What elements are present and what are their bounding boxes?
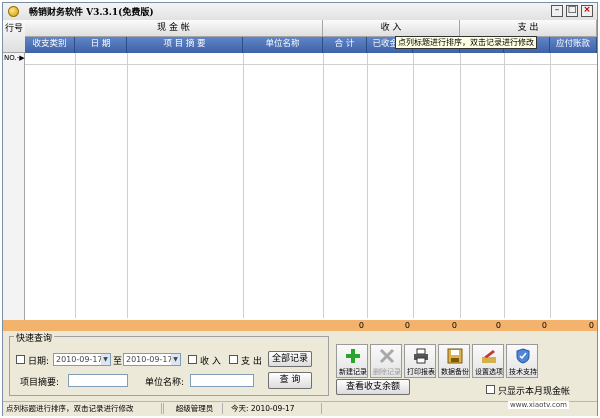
unit-name-input[interactable] xyxy=(190,374,254,387)
all-records-button[interactable]: 全部记录 xyxy=(268,351,312,367)
window-title: 畅销财务软件 V3.3.1(免费版) xyxy=(29,8,154,18)
to-label: 至 xyxy=(113,357,123,367)
month-only-label: 只显示本月现金帐 xyxy=(498,387,571,397)
summary-input[interactable] xyxy=(68,374,128,387)
total-payable: 0 xyxy=(588,321,594,330)
app-icon xyxy=(8,6,19,17)
total-income-sum: 0 xyxy=(358,321,364,330)
column-header-date[interactable]: 日 期 xyxy=(75,37,127,53)
settings-button[interactable]: 设置选项 xyxy=(472,344,504,378)
quick-query-panel: 快速查询 日期: 2010-09-17 ▼ 至 2010-09-17 ▼ 收 入 支… xyxy=(9,331,329,396)
maximize-button[interactable]: □ xyxy=(566,5,578,17)
column-header-category[interactable]: 收支类别 xyxy=(25,37,75,53)
date-filter-checkbox[interactable] xyxy=(16,355,25,364)
row-number-header[interactable]: 行号 xyxy=(3,20,25,53)
support-icon xyxy=(516,348,530,364)
close-button[interactable]: × xyxy=(581,5,593,17)
group-header-income: 收 入 xyxy=(323,20,460,37)
column-header-payable[interactable]: 应付账款 xyxy=(550,37,597,53)
income-filter-label: 收 入 xyxy=(200,357,221,367)
view-balance-button[interactable]: 查看收支余额 xyxy=(336,379,410,395)
summary-label: 项目摘要: xyxy=(20,378,60,388)
settings-label: 设置选项 xyxy=(475,368,503,376)
total-amount: 0 xyxy=(541,321,547,330)
backup-icon xyxy=(447,348,463,364)
date-to-value: 2010-09-17 xyxy=(126,355,173,364)
expense-filter-label: 支 出 xyxy=(241,357,262,367)
plus-icon xyxy=(346,349,360,363)
tech-support-label: 技术支持 xyxy=(509,368,537,376)
income-checkbox[interactable] xyxy=(188,355,197,364)
new-record-label: 新建记录 xyxy=(339,368,367,376)
date-label: 日期: xyxy=(28,357,50,367)
totals-row: 0 0 0 0 0 0 xyxy=(3,320,597,331)
total-income-3: 0 xyxy=(451,321,457,330)
row-number-column xyxy=(3,20,25,331)
data-backup-button[interactable]: 数据备份 xyxy=(438,344,470,378)
chevron-down-icon[interactable]: ▼ xyxy=(171,354,180,365)
date-to-picker[interactable]: 2010-09-17 ▼ xyxy=(123,353,181,366)
printer-icon xyxy=(414,348,428,364)
total-received: 0 xyxy=(404,321,410,330)
tech-support-button[interactable]: 技术支持 xyxy=(506,344,538,378)
data-backup-label: 数据备份 xyxy=(441,368,469,376)
column-header-total[interactable]: 合 计 xyxy=(323,37,367,53)
records-grid[interactable]: 行号 NO.-▶ 现 金 帐 收 入 支 出 收支类别 日 期 项 目 摘 要 … xyxy=(3,20,597,331)
date-from-value: 2010-09-17 xyxy=(56,355,103,364)
month-only-checkbox[interactable] xyxy=(486,385,495,394)
table-row[interactable] xyxy=(25,53,597,65)
delete-record-label: 删除记录 xyxy=(373,368,401,376)
status-hint: 点列标题进行排序，双击记录进行修改 xyxy=(3,403,162,414)
sort-hint-tooltip: 点列标题进行排序，双击记录进行修改 xyxy=(395,36,537,49)
expense-checkbox[interactable] xyxy=(229,355,238,364)
chevron-down-icon[interactable]: ▼ xyxy=(101,354,110,365)
status-today: 今天: 2010-09-17 xyxy=(228,403,322,414)
date-from-picker[interactable]: 2010-09-17 ▼ xyxy=(53,353,111,366)
quick-query-title: 快速查询 xyxy=(14,331,55,344)
new-record-button[interactable]: 新建记录 xyxy=(336,344,368,378)
status-user: 超级管理员 xyxy=(163,403,223,414)
unit-label: 单位名称: xyxy=(145,378,185,388)
main-window: 畅销财务软件 V3.3.1(免费版) – □ × 行号 NO.-▶ 现 金 帐 … xyxy=(2,2,598,416)
watermark-text: www.xiaotv.com xyxy=(508,401,569,409)
group-header-cash: 现 金 帐 xyxy=(25,20,323,37)
settings-icon xyxy=(482,350,496,363)
query-button[interactable]: 查 询 xyxy=(268,372,312,389)
first-row-indicator: NO.-▶ xyxy=(4,54,25,62)
minimize-button[interactable]: – xyxy=(551,5,563,17)
group-header-expense: 支 出 xyxy=(460,20,597,37)
column-header-unit[interactable]: 单位名称 xyxy=(243,37,323,53)
print-report-button[interactable]: 打印报表 xyxy=(404,344,436,378)
total-expense-1: 0 xyxy=(495,321,501,330)
column-header-summary[interactable]: 项 目 摘 要 xyxy=(127,37,243,53)
delete-record-button[interactable]: 删除记录 xyxy=(370,344,402,378)
title-bar: 畅销财务软件 V3.3.1(免费版) – □ × xyxy=(3,3,597,21)
delete-icon xyxy=(379,348,395,364)
print-report-label: 打印报表 xyxy=(407,368,435,376)
